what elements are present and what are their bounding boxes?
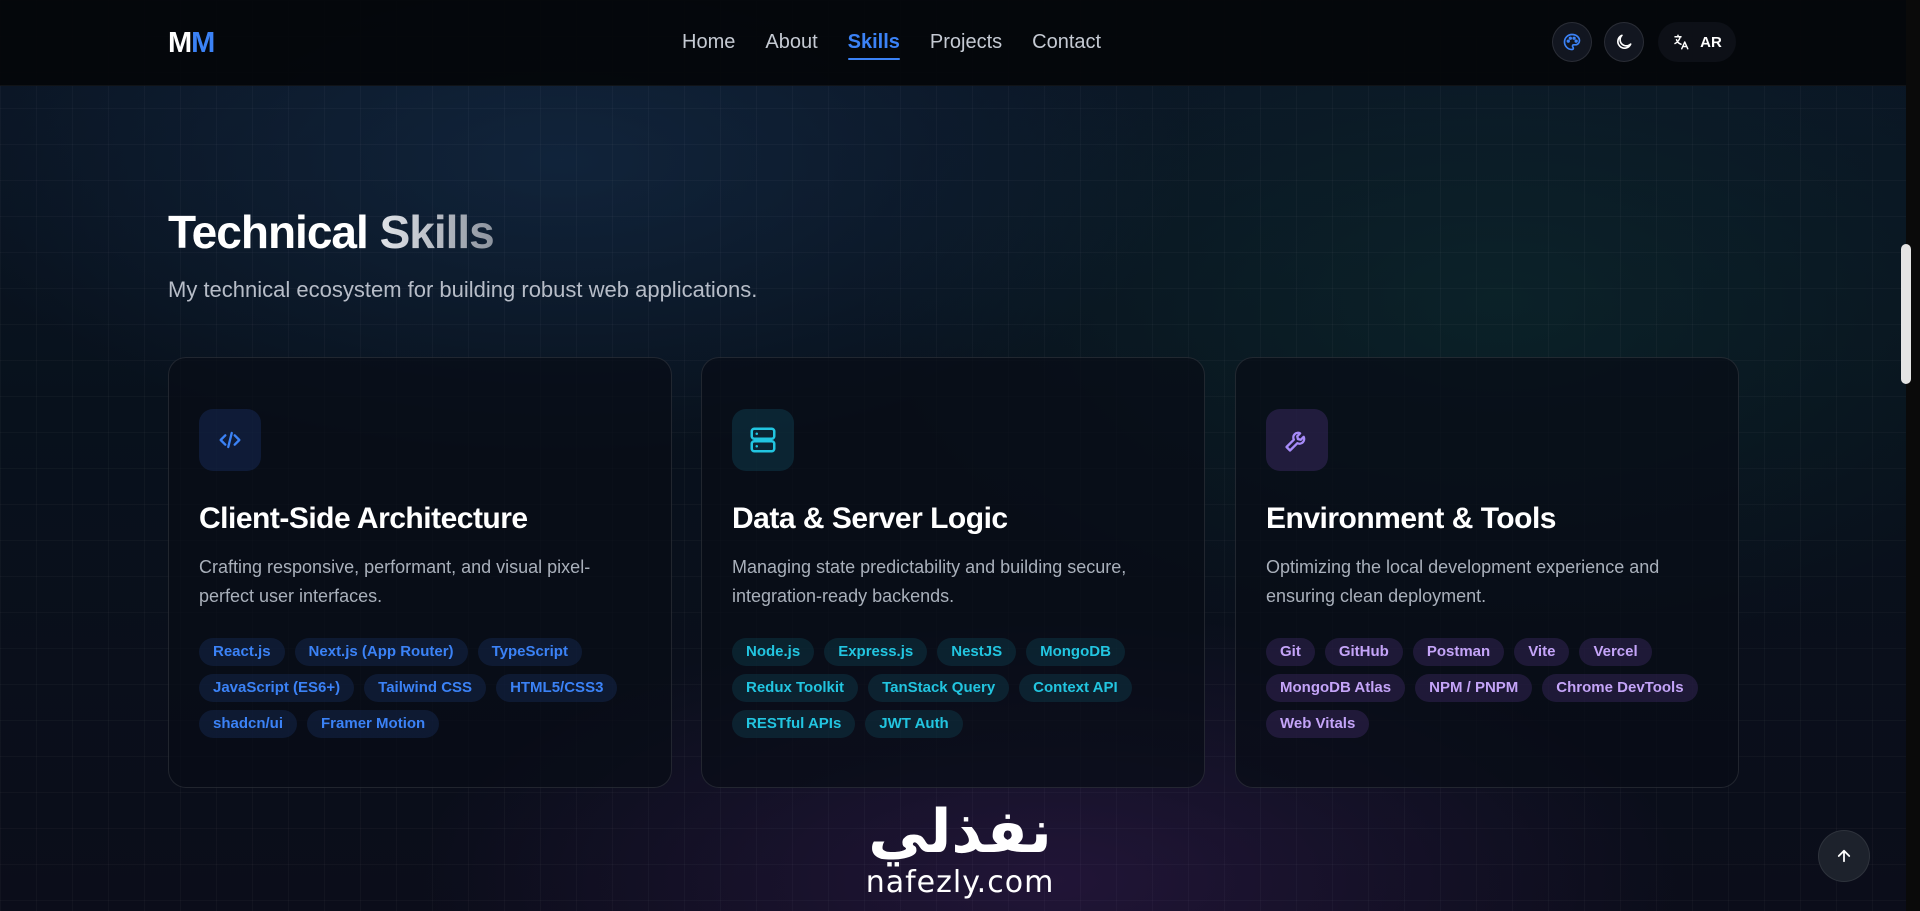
- section-title: Technical Skills: [168, 205, 495, 259]
- dark-mode-toggle[interactable]: [1604, 22, 1644, 62]
- nav-link-projects[interactable]: Projects: [915, 30, 1017, 54]
- server-icon: [750, 427, 776, 453]
- skill-tag: MongoDB Atlas: [1266, 674, 1406, 702]
- logo-letter-2: M: [191, 27, 215, 59]
- skill-tag: JWT Auth: [865, 710, 963, 738]
- card-title: Client-Side Architecture: [199, 502, 528, 535]
- card-description: Managing state predictability and buildi…: [732, 557, 1127, 606]
- skill-tag: Vite: [1514, 638, 1570, 666]
- skill-tag: Postman: [1412, 638, 1505, 666]
- card-icon-box: [732, 409, 794, 471]
- skill-tag: Vercel: [1579, 638, 1652, 666]
- arrow-up-icon: [1837, 849, 1851, 863]
- wrench-icon: [1285, 431, 1306, 452]
- tag-list: React.js Next.js (App Router) TypeScript…: [199, 638, 649, 738]
- card-title: Data & Server Logic: [732, 502, 1008, 535]
- skill-card-data-server: Data & Server Logic Managing state predi…: [701, 357, 1205, 788]
- scroll-to-top-button[interactable]: [1818, 830, 1870, 882]
- language-switch-button[interactable]: AR: [1658, 22, 1736, 62]
- section-title-first: Technical: [168, 206, 369, 258]
- skill-tag: TypeScript: [477, 638, 582, 666]
- skill-tag: RESTful APIs: [732, 710, 856, 738]
- tag-list: Node.js Express.js NestJS MongoDB Redux …: [732, 638, 1182, 738]
- watermark-logo: نفذلي nafezly.com: [852, 798, 1068, 900]
- skill-tag: TanStack Query: [868, 674, 1010, 702]
- nav-link-contact[interactable]: Contact: [1017, 30, 1116, 54]
- moon-icon: [1617, 34, 1632, 49]
- card-icon-box: [1266, 409, 1328, 471]
- section-title-second: Skills: [379, 206, 495, 258]
- skill-tag: HTML5/CSS3: [496, 674, 618, 702]
- card-description: Optimizing the local development experie…: [1266, 557, 1660, 606]
- nav-link-home[interactable]: Home: [667, 30, 750, 54]
- card-icon-box: [199, 409, 261, 471]
- skill-tag: Framer Motion: [307, 710, 440, 738]
- skill-tag: JavaScript (ES6+): [199, 674, 355, 702]
- skill-tag: Web Vitals: [1266, 710, 1370, 738]
- top-navbar: MM Home About Skills Projects Contact AR: [0, 0, 1906, 86]
- tag-list: Git GitHub Postman Vite Vercel MongoDB A…: [1266, 638, 1716, 738]
- watermark-arabic: نفذلي: [868, 797, 1052, 867]
- skill-tag: MongoDB: [1026, 638, 1125, 666]
- skill-tag: GitHub: [1324, 638, 1403, 666]
- skill-tag: NestJS: [937, 638, 1017, 666]
- page-background: MM Home About Skills Projects Contact AR…: [0, 0, 1920, 911]
- skill-tag: React.js: [199, 638, 285, 666]
- card-title: Environment & Tools: [1266, 502, 1556, 535]
- skill-card-client-side: Client-Side Architecture Crafting respon…: [168, 357, 672, 788]
- nav-link-skills[interactable]: Skills: [833, 30, 915, 60]
- theme-palette-button[interactable]: [1552, 22, 1592, 62]
- logo-letter-1: M: [168, 27, 192, 59]
- watermark-latin: nafezly.com: [865, 865, 1055, 900]
- skill-card-environment-tools: Environment & Tools Optimizing the local…: [1235, 357, 1739, 788]
- skill-tag: Redux Toolkit: [732, 674, 859, 702]
- skill-tag: Git: [1266, 638, 1315, 666]
- site-logo[interactable]: MM: [168, 27, 215, 59]
- skill-tag: Tailwind CSS: [364, 674, 487, 702]
- skill-tag: Node.js: [732, 638, 815, 666]
- skill-tag: shadcn/ui: [199, 710, 298, 738]
- skill-tag: NPM / PNPM: [1415, 674, 1533, 702]
- skill-tag: Next.js (App Router): [294, 638, 468, 666]
- language-label: AR: [1700, 33, 1722, 51]
- translate-icon: [1674, 34, 1689, 50]
- skill-tag: Chrome DevTools: [1542, 674, 1698, 702]
- main-menu: Home About Skills Projects Contact: [667, 30, 1116, 60]
- code-icon: [219, 431, 241, 449]
- skill-tag: Express.js: [824, 638, 928, 666]
- scrollbar-thumb[interactable]: [1901, 244, 1911, 384]
- card-description: Crafting responsive, performant, and vis…: [199, 557, 591, 606]
- nav-link-about[interactable]: About: [750, 30, 832, 54]
- skill-tag: Context API: [1019, 674, 1132, 702]
- section-subtitle: My technical ecosystem for building robu…: [168, 277, 758, 302]
- palette-icon: [1563, 33, 1581, 51]
- scrollbar-track[interactable]: [1906, 0, 1920, 911]
